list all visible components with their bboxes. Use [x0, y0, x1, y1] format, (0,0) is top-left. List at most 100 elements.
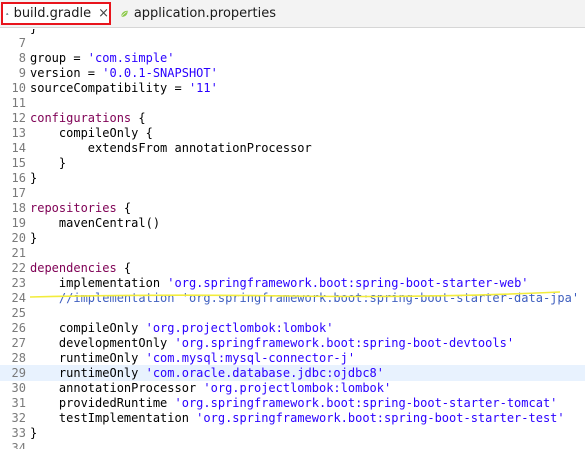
code-token: developmentOnly [30, 336, 175, 350]
code-line: 19 mavenCentral() [0, 215, 585, 231]
code-token: compileOnly { [30, 126, 153, 140]
code-line: 11 [0, 95, 585, 111]
line-number: 27 [11, 336, 26, 350]
code-line: 30 annotationProcessor 'org.projectlombo… [0, 380, 585, 396]
code-line: 33} [0, 425, 585, 441]
code-token: group = [30, 51, 88, 65]
line-number: 7 [18, 36, 26, 50]
line-code: //implementation 'org.springframework.bo… [30, 290, 579, 306]
code-token: } [30, 171, 38, 185]
tab-label: application.properties [133, 6, 276, 21]
line-number: 15 [11, 156, 26, 170]
code-line: 24 //implementation 'org.springframework… [0, 290, 585, 306]
line-code: dependencies { [30, 260, 131, 276]
code-line: 27 developmentOnly 'org.springframework.… [0, 335, 585, 351]
line-code: } [30, 155, 66, 171]
code-token: 'com.simple' [87, 51, 175, 65]
line-code: } [30, 170, 37, 186]
line-code: mavenCentral() [30, 215, 160, 231]
code-editor[interactable]: } 78 group = 'com.simple' 9 version = '0.0.… [0, 29, 585, 449]
code-token: //implementation 'org.springframework.bo… [30, 291, 580, 305]
code-line: 15 } [0, 155, 585, 171]
code-token: compileOnly [30, 321, 146, 335]
line-number: 32 [11, 411, 26, 425]
line-code: compileOnly 'org.projectlombok:lombok' [30, 320, 334, 336]
code-token: configurations [30, 111, 132, 125]
line-code: group = 'com.simple' [30, 50, 175, 66]
code-line: 26 compileOnly 'org.projectlombok:lombok… [0, 320, 585, 336]
code-line: 12 configurations { [0, 110, 585, 126]
code-token: { [116, 261, 132, 275]
code-token: } [30, 426, 38, 440]
code-token: 'com.oracle.database.jdbc:ojdbc8' [145, 366, 385, 380]
code-token: version = [30, 66, 103, 80]
line-number: 8 [18, 51, 26, 65]
code-token: extendsFrom annotationProcessor [30, 141, 312, 155]
code-token: sourceCompatibility = [30, 81, 189, 95]
line-code: repositories { [30, 200, 131, 216]
line-number: 29 [11, 366, 26, 380]
line-number: 34 [11, 441, 26, 449]
code-line: 13 compileOnly { [0, 125, 585, 141]
line-code: testImplementation 'org.springframework.… [30, 410, 565, 426]
tab-application-properties[interactable]: application.properties [116, 2, 276, 25]
line-number: 28 [11, 351, 26, 365]
code-token: 'com.mysql:mysql-connector-j' [145, 351, 356, 365]
code-line: 18 repositories { [0, 200, 585, 216]
line-code: sourceCompatibility = '11' [30, 80, 218, 96]
code-line: 8 group = 'com.simple' [0, 50, 585, 66]
close-tab-icon[interactable]: × [98, 6, 109, 21]
line-code: annotationProcessor 'org.projectlombok:l… [30, 380, 391, 396]
line-code: runtimeOnly 'com.mysql:mysql-connector-j… [30, 350, 355, 366]
code-token: } [30, 156, 67, 170]
code-line: 21 [0, 245, 585, 261]
tab-build-gradle[interactable]: build.gradle × [1, 2, 111, 25]
line-code: providedRuntime 'org.springframework.boo… [30, 395, 558, 411]
code-token: 'org.springframework.boot:spring-boot-de… [174, 336, 515, 350]
line-number: 33 [11, 426, 26, 440]
line-number: 23 [11, 276, 26, 290]
line-code: extendsFrom annotationProcessor [30, 140, 312, 156]
code-token: implementation [30, 276, 168, 290]
code-line: 28 runtimeOnly 'com.mysql:mysql-connecto… [0, 350, 585, 366]
code-token: annotationProcessor [30, 381, 204, 395]
line-number: 12 [11, 111, 26, 125]
line-number: 31 [11, 396, 26, 410]
code-line: 23 implementation 'org.springframework.b… [0, 275, 585, 291]
line-number: 14 [11, 141, 26, 155]
code-token: 'org.springframework.boot:spring-boot-st… [196, 411, 565, 425]
code-line: 31 providedRuntime 'org.springframework.… [0, 395, 585, 411]
code-token: runtimeOnly [30, 366, 146, 380]
code-token: repositories [30, 201, 117, 215]
line-code: } [30, 425, 37, 441]
code-token: { [116, 201, 132, 215]
code-token: runtimeOnly [30, 351, 146, 365]
code-line: 7 [0, 35, 585, 51]
code-line: 16} [0, 170, 585, 186]
code-token: 'org.springframework.boot:spring-boot-st… [174, 396, 558, 410]
line-number: 22 [11, 261, 26, 275]
code-token: 'org.projectlombok:lombok' [145, 321, 334, 335]
code-line: 20} [0, 230, 585, 246]
line-number: 19 [11, 216, 26, 230]
line-code: runtimeOnly 'com.oracle.database.jdbc:oj… [30, 365, 384, 381]
line-number: 16 [11, 171, 26, 185]
line-number: 9 [18, 66, 26, 80]
code-token: dependencies [30, 261, 117, 275]
line-number: 24 [11, 291, 26, 305]
spring-leaf-icon [120, 10, 128, 17]
line-number: 17 [11, 186, 26, 200]
code-line: 9 version = '0.0.1-SNAPSHOT' [0, 65, 585, 81]
code-token: '0.0.1-SNAPSHOT' [102, 66, 218, 80]
line-code: compileOnly { [30, 125, 153, 141]
code-line: 32 testImplementation 'org.springframewo… [0, 410, 585, 426]
code-line: 34 [0, 440, 585, 449]
line-number: 21 [11, 246, 26, 260]
line-number: 13 [11, 126, 26, 140]
line-number: 11 [11, 96, 26, 110]
code-token: testImplementation [30, 411, 197, 425]
code-token: } [30, 231, 38, 245]
code-line: 22 dependencies { [0, 260, 585, 276]
line-number: 30 [11, 381, 26, 395]
line-code: configurations { [30, 110, 146, 126]
